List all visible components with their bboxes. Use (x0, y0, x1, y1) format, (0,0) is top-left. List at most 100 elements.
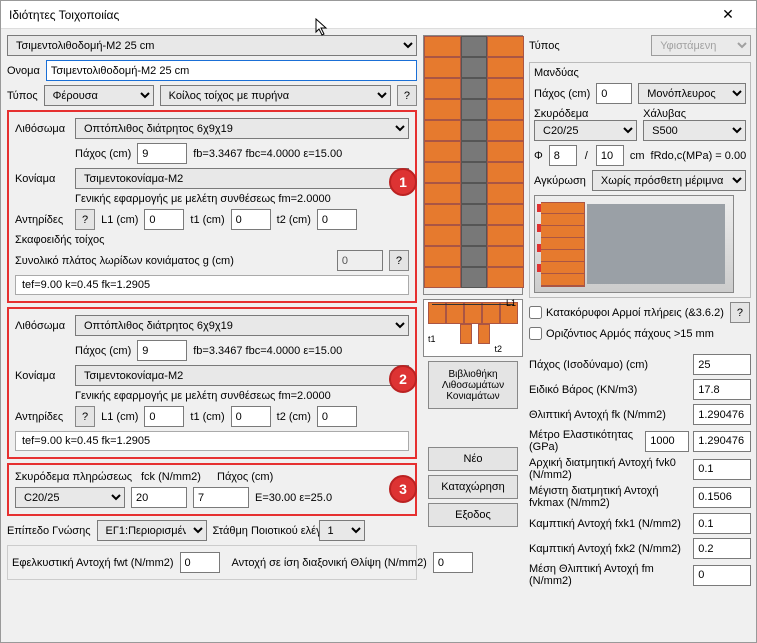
fill-e-text: E=30.00 ε=25.0 (255, 492, 332, 504)
p-fk-label: Θλιπτική Αντοχή fk (N/mm2) (529, 409, 689, 421)
j-thick-input[interactable] (596, 83, 632, 104)
struts-help-1[interactable]: ? (75, 209, 95, 230)
cross-section-preview: L1 t1 t2 (423, 299, 523, 357)
mortar-select-2[interactable]: Τσιμεντοκονίαμα-M2 (75, 365, 409, 386)
chk-vertical-joints-box[interactable] (529, 306, 542, 319)
p-e-label: Μέτρο Ελαστικότητας (GPa) (529, 429, 641, 453)
chk-horizontal-joint-box[interactable] (529, 327, 542, 340)
j-side-select[interactable]: Μονόπλευρος (638, 83, 746, 104)
j-steel-label: Χάλυβας (643, 108, 746, 120)
j-concrete-label: Σκυρόδεμα (534, 108, 637, 120)
biax-label: Αντοχή σε ίση διαξονική Θλίψη (N/mm2) (232, 557, 427, 569)
right-column: Τύπος Υφιστάμενη Μανδύας Πάχος (cm) Μονό… (529, 35, 751, 636)
thick-label-1: Πάχος (cm) (75, 148, 131, 160)
struts-help-2[interactable]: ? (75, 406, 95, 427)
fwt-label: Εφελκυστική Αντοχή fwt (N/mm2) (12, 557, 174, 569)
thick-input-2[interactable] (137, 340, 187, 361)
strips-label: Συνολικό πλάτος λωρίδων κονιάματος g (cm… (15, 255, 331, 267)
section-2: 2 Λιθόσωμα Οπτόπλιθος διάτρητος 6χ9χ19 Π… (7, 307, 417, 459)
knowledge-label: Επίπεδο Γνώσης (7, 525, 91, 537)
mortar-select-1[interactable]: Τσιμεντοκονίαμα-M2 (75, 168, 409, 189)
mid-column: L1 t1 t2 Βιβλιοθήκη Λιθοσωμάτων Κονιαμάτ… (423, 35, 523, 636)
p-fxk1-input[interactable] (693, 513, 751, 534)
t2-label-1: t2 (cm) (277, 214, 311, 226)
p-e2-input[interactable] (693, 431, 751, 452)
l1-input-1[interactable] (144, 209, 184, 230)
strips-input (337, 250, 383, 271)
p-fvk0-input[interactable] (693, 459, 751, 480)
mortar-desc-1: Γενικής εφαρμογής με μελέτη συνθέσεως fm… (75, 193, 331, 205)
frdo-label: fRdo,c(MPa) = 0.00 (651, 150, 747, 162)
lith-label-2: Λιθόσωμα (15, 320, 69, 332)
p-thick-input[interactable] (693, 354, 751, 375)
type-select[interactable]: Φέρουσα (44, 85, 154, 106)
p-fm-input[interactable] (693, 565, 751, 586)
p-e1-input[interactable] (645, 431, 689, 452)
lith-select-2[interactable]: Οπτόπλιθος διάτρητος 6χ9χ19 (75, 315, 409, 336)
thick-label-2: Πάχος (cm) (75, 345, 131, 357)
library-button[interactable]: Βιβλιοθήκη Λιθοσωμάτων Κονιαμάτων (428, 361, 518, 409)
phi-label: Φ (534, 150, 543, 162)
jacket-title: Μανδύας (534, 67, 579, 79)
close-icon[interactable]: ✕ (708, 6, 748, 23)
exit-button[interactable]: Εξοδος (428, 503, 518, 527)
j-steel-select[interactable]: S500 (643, 120, 746, 141)
qc-select[interactable]: 1 (319, 520, 365, 541)
fill-thick-input[interactable] (193, 487, 249, 508)
section-1: 1 Λιθόσωμα Οπτόπλιθος διάτρητος 6χ9χ19 Π… (7, 110, 417, 303)
slash-icon: / (585, 150, 588, 162)
spacing-input[interactable] (596, 145, 624, 166)
name-label: Ονομα (7, 65, 40, 77)
qc-label: Στάθμη Ποιοτικού ελέγχου (213, 525, 313, 537)
fill-concrete-select[interactable]: C20/25 (15, 487, 125, 508)
j-concrete-select[interactable]: C20/25 (534, 120, 637, 141)
p-fxk1-label: Καμπτική Αντοχή fxk1 (N/mm2) (529, 518, 689, 530)
t2-label-2: t2 (cm) (277, 411, 311, 423)
preset-select[interactable]: Τσιμεντολιθοδομή-M2 25 cm (7, 35, 417, 56)
type-label: Τύπος (7, 90, 38, 102)
t2-input-2[interactable] (317, 406, 357, 427)
chk-horizontal-joint[interactable]: Οριζόντιος Αρμός πάχους >15 mm (529, 327, 751, 340)
left-column: Τσιμεντολιθοδομή-M2 25 cm Ονομα Τύπος Φέ… (7, 35, 417, 636)
new-button[interactable]: Νέο (428, 447, 518, 471)
jacket-group: Μανδύας Πάχος (cm) Μονόπλευρος Σκυρόδεμα… (529, 62, 751, 298)
l1-input-2[interactable] (144, 406, 184, 427)
p-fxk2-input[interactable] (693, 538, 751, 559)
badge-1: 1 (389, 168, 417, 196)
l1-label-2: L1 (cm) (101, 411, 138, 423)
p-fvkmax-input[interactable] (693, 487, 751, 508)
chk-vertical-joints[interactable]: Κατακόρυφοι Αρμοί πλήρεις (&3.6.2) (529, 306, 724, 319)
phi-input[interactable] (549, 145, 577, 166)
jacket-preview (534, 195, 734, 293)
brick-preview (423, 35, 523, 295)
trough-label: Σκαφοειδής τοίχος (15, 234, 104, 246)
thick-input-1[interactable] (137, 143, 187, 164)
fck-input[interactable] (131, 487, 187, 508)
name-input[interactable] (46, 60, 417, 81)
struts-label-1: Αντηρίδες (15, 214, 69, 226)
wallkind-select[interactable]: Κοίλος τοίχος με πυρήνα (160, 85, 391, 106)
chk1-help[interactable]: ? (730, 302, 750, 323)
fill-thick-label: Πάχος (cm) (217, 471, 273, 483)
p-weight-input[interactable] (693, 379, 751, 400)
mortar-label-1: Κονίαμα (15, 173, 69, 185)
t1-input-1[interactable] (231, 209, 271, 230)
t1-input-2[interactable] (231, 406, 271, 427)
strips-help[interactable]: ? (389, 250, 409, 271)
lith-select-1[interactable]: Οπτόπλιθος διάτρητος 6χ9χ19 (75, 118, 409, 139)
t1-label-1: t1 (cm) (190, 214, 224, 226)
struts-label-2: Αντηρίδες (15, 411, 69, 423)
lith-label-1: Λιθόσωμα (15, 123, 69, 135)
dialog-window: Ιδιότητες Τοιχοποιίας ✕ Τσιμεντολιθοδομή… (0, 0, 757, 643)
p-fk-input[interactable] (693, 404, 751, 425)
help-button[interactable]: ? (397, 85, 417, 106)
p-fxk2-label: Καμπτική Αντοχή fxk2 (N/mm2) (529, 543, 689, 555)
r-type-label: Τύπος (529, 40, 560, 52)
t2-dim: t2 (494, 344, 502, 354)
fwt-input[interactable] (180, 552, 220, 573)
status-1: tef=9.00 k=0.45 fk=1.2905 (15, 275, 409, 295)
t2-input-1[interactable] (317, 209, 357, 230)
knowledge-select[interactable]: ΕΓ1:Περιορισμένη (97, 520, 207, 541)
anchor-select[interactable]: Χωρίς πρόσθετη μέριμνα (592, 170, 746, 191)
save-button[interactable]: Καταχώρηση (428, 475, 518, 499)
